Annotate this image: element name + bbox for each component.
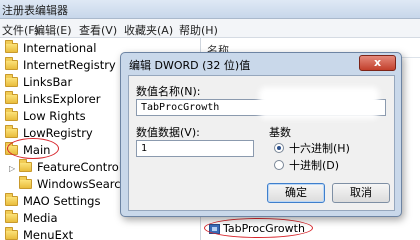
ok-button[interactable]: 确定: [267, 183, 325, 203]
window-title: 注册表编辑器: [2, 4, 68, 17]
tree-item-label: FeatureControl: [37, 159, 123, 174]
tree-item-label: International: [23, 40, 97, 55]
menu-help[interactable]: 帮助(H): [179, 22, 218, 38]
edit-dword-dialog: 编辑 DWORD (32 位)值 x 数值名称(N): TabProcGrowt…: [120, 52, 402, 217]
tree-item[interactable]: LinksBar: [5, 73, 72, 90]
tree-item[interactable]: LinksExplorer: [5, 90, 100, 107]
cancel-button[interactable]: 取消: [332, 183, 390, 203]
dialog-body: 数值名称(N): TabProcGrowth 数值数据(V): 1 基数 十六进…: [128, 75, 395, 211]
radio-hex[interactable]: [274, 143, 284, 153]
window-titlebar: 注册表编辑器: [0, 0, 420, 19]
tree-item[interactable]: Low Rights: [5, 107, 86, 124]
folder-icon: [5, 73, 18, 87]
folder-icon: [5, 39, 18, 53]
tree-item-label: MAO Settings: [23, 193, 101, 208]
tree-item[interactable]: MenuExt: [5, 226, 73, 240]
tree-item[interactable]: InternetRegistry: [5, 56, 116, 73]
expand-arrow-icon[interactable]: ▷: [9, 164, 15, 173]
tree-item[interactable]: LowRegistry: [5, 124, 93, 141]
folder-icon: [5, 226, 18, 240]
folder-icon: [5, 56, 18, 70]
menu-favorites[interactable]: 收藏夹(A): [124, 22, 173, 38]
folder-icon: [5, 209, 18, 223]
radio-decimal-label[interactable]: 十进制(D): [289, 157, 339, 173]
tree-item[interactable]: MAO Settings: [5, 192, 100, 209]
close-button[interactable]: x: [359, 55, 396, 71]
radio-hex-label[interactable]: 十六进制(H): [289, 140, 350, 156]
tree-item-label: Media: [23, 210, 58, 225]
tree-item-label: LinksBar: [23, 74, 73, 89]
folder-icon: [19, 175, 32, 189]
radio-decimal[interactable]: [274, 160, 284, 170]
tree-item[interactable]: WindowsSearch: [19, 175, 128, 192]
tree-item-label: LinksExplorer: [23, 91, 101, 106]
value-data-input[interactable]: 1: [136, 140, 254, 157]
folder-icon: [5, 192, 18, 206]
value-highlight: [204, 218, 313, 238]
base-group-label: 基数: [269, 126, 291, 139]
value-data-label: 数值数据(V):: [136, 126, 200, 139]
folder-icon: [5, 107, 18, 121]
tree-item[interactable]: FeatureControl: [19, 158, 122, 175]
menu-bar: 文件(F) 编辑(E) 查看(V) 收藏夹(A) 帮助(H): [0, 19, 420, 38]
value-name-label: 数值名称(N):: [136, 85, 201, 98]
folder-icon: [19, 158, 32, 172]
menu-edit[interactable]: 编辑(E): [34, 22, 72, 38]
tree-item-label: MenuExt: [23, 227, 74, 240]
tree-item[interactable]: International: [5, 39, 96, 56]
tree-item[interactable]: Media: [5, 209, 58, 226]
tree-item-label: InternetRegistry: [23, 57, 116, 72]
folder-icon: [5, 124, 18, 138]
tree-item-label: WindowsSearch: [37, 176, 128, 191]
folder-icon: [5, 90, 18, 104]
main-key-highlight: [7, 138, 59, 159]
dialog-title: 编辑 DWORD (32 位)值: [129, 59, 251, 72]
tree-item-label: Low Rights: [23, 108, 86, 123]
menu-view[interactable]: 查看(V): [79, 22, 117, 38]
redaction-blur: [259, 87, 379, 119]
